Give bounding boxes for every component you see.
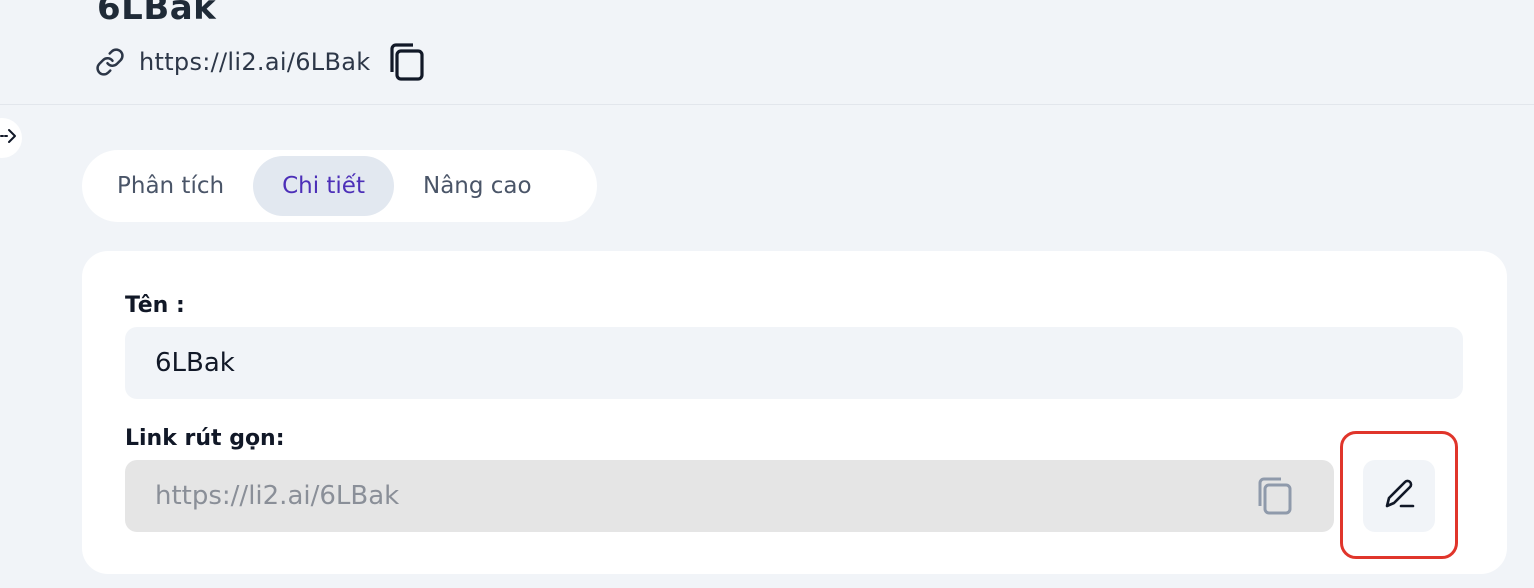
tab-advanced[interactable]: Nâng cao	[394, 156, 561, 216]
short-url-text[interactable]: https://li2.ai/6LBak	[139, 48, 370, 76]
short-link-value: https://li2.ai/6LBak	[155, 481, 400, 511]
edit-short-link-button[interactable]	[1363, 460, 1435, 532]
sidebar-toggle-button[interactable]	[0, 118, 22, 158]
tab-analytics[interactable]: Phân tích	[88, 156, 253, 216]
arrow-right-icon	[0, 127, 18, 149]
tab-bar: Phân tích Chi tiết Nâng cao	[82, 150, 597, 222]
header-divider	[0, 104, 1534, 105]
tab-details[interactable]: Chi tiết	[253, 156, 394, 216]
short-url-row: https://li2.ai/6LBak	[95, 40, 428, 84]
name-field[interactable]: 6LBak	[125, 327, 1463, 399]
pencil-icon	[1379, 474, 1419, 518]
short-link-field: https://li2.ai/6LBak	[125, 460, 1334, 532]
short-link-label: Link rút gọn:	[125, 426, 285, 451]
details-card: Tên : 6LBak Link rút gọn: https://li2.ai…	[82, 251, 1507, 574]
page-title: 6LBak	[97, 0, 217, 28]
copy-icon[interactable]	[1252, 474, 1296, 518]
link-detail-page: 6LBak https://li2.ai/6LBak Phân tích Chi	[0, 0, 1534, 588]
name-label: Tên :	[125, 293, 185, 318]
copy-icon[interactable]	[384, 40, 428, 84]
link-icon	[95, 46, 127, 78]
